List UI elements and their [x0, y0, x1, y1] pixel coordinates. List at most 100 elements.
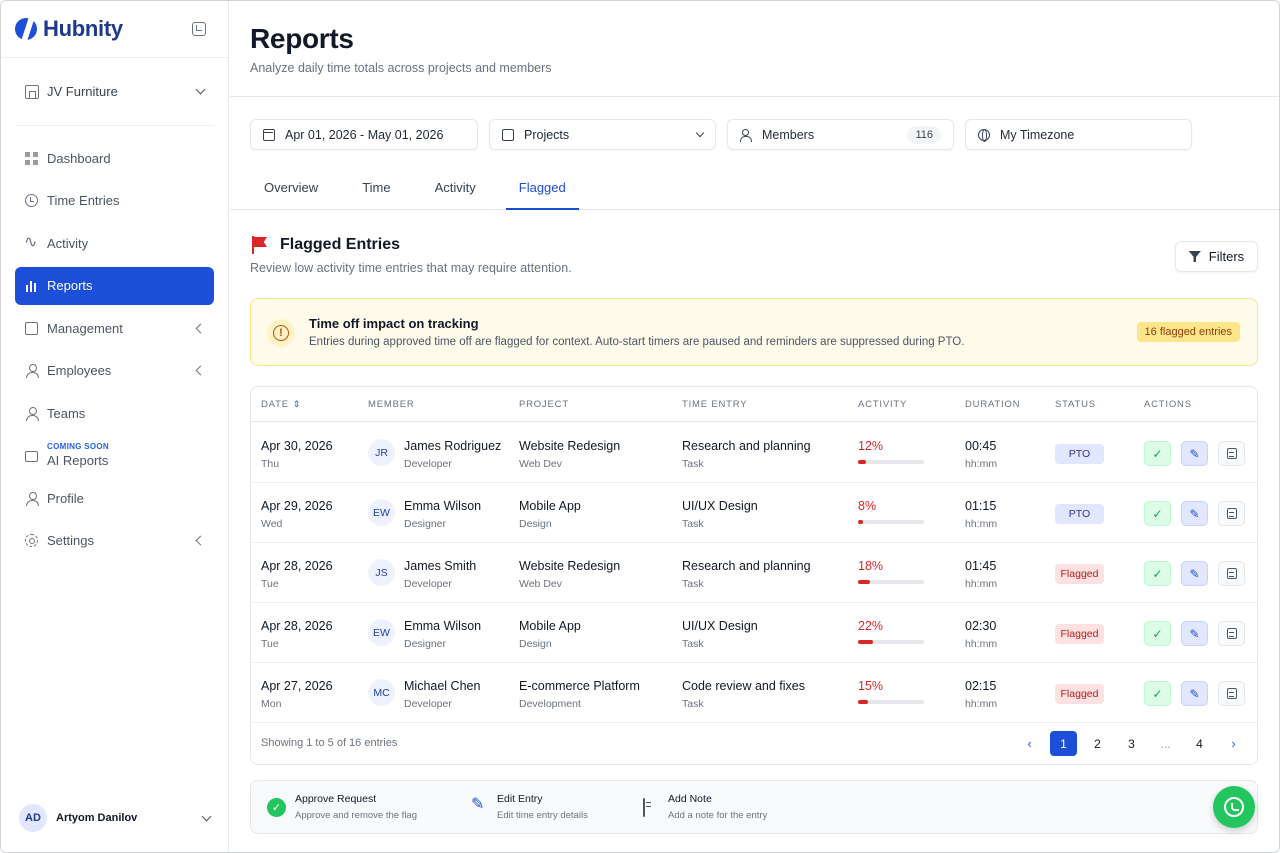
add-note-button[interactable]	[1218, 501, 1245, 526]
next-page-button[interactable]: ›	[1220, 731, 1247, 756]
member-role: Designer	[404, 518, 447, 530]
users-icon	[25, 406, 39, 421]
filters-button-label: Filters	[1208, 249, 1245, 264]
add-note-button[interactable]	[1218, 681, 1245, 706]
legend-approve-title: Approve Request	[295, 793, 377, 805]
status-badge: PTO	[1055, 444, 1104, 464]
member-cell: Michael Chen Developer	[404, 679, 480, 710]
member-role: Developer	[404, 458, 452, 470]
sidebar-item-management[interactable]: Management	[15, 309, 214, 347]
column-header-activity: ACTIVITY	[858, 399, 908, 410]
sidebar-item-activity[interactable]: Activity	[15, 224, 214, 262]
note-icon	[1226, 448, 1237, 459]
calendar-icon	[263, 128, 275, 141]
add-note-button[interactable]	[1218, 561, 1245, 586]
member-name: Michael Chen	[404, 679, 481, 693]
report-tabs: Overview Time Activity Flagged	[230, 167, 1279, 210]
folder-icon	[502, 128, 514, 141]
edit-button[interactable]: ✎	[1181, 561, 1208, 586]
pencil-icon: ✎	[1189, 626, 1200, 641]
filters-button[interactable]: Filters	[1175, 241, 1258, 272]
members-select[interactable]: Members 116	[727, 119, 954, 150]
activity-cell: 8%	[858, 499, 924, 524]
member-name: Emma Wilson	[404, 619, 482, 633]
check-circle-icon: ✓	[267, 798, 286, 817]
approve-button[interactable]: ✓	[1144, 681, 1171, 706]
sidebar-item-dashboard[interactable]: Dashboard	[15, 139, 214, 177]
sidebar-item-settings[interactable]: Settings	[15, 522, 214, 560]
edit-button[interactable]: ✎	[1181, 621, 1208, 646]
project-category: Web Dev	[519, 458, 562, 470]
edit-button[interactable]: ✎	[1181, 441, 1208, 466]
building-icon	[25, 84, 39, 99]
sidebar-item-profile[interactable]: Profile	[15, 479, 214, 517]
whatsapp-chat-button[interactable]	[1213, 786, 1255, 828]
time-entry-cell: Code review and fixes Task	[682, 679, 805, 710]
approve-button[interactable]: ✓	[1144, 621, 1171, 646]
page-ellipsis: ...	[1160, 736, 1171, 751]
edit-button[interactable]: ✎	[1181, 681, 1208, 706]
projects-select[interactable]: Projects	[489, 119, 716, 150]
workspace-selector[interactable]: JV Furniture	[15, 58, 214, 126]
column-header-date[interactable]: DATE ⇕	[261, 399, 301, 410]
project-cell: Mobile App Design	[519, 499, 581, 530]
member-name: James Rodriguez	[404, 439, 502, 453]
entry-day: Tue	[261, 638, 279, 650]
legend-approve: Approve Request Approve and remove the f…	[295, 793, 417, 821]
date-range-picker[interactable]: Apr 01, 2026 - May 01, 2026	[250, 119, 478, 150]
page-subtitle: Analyze daily time totals across project…	[250, 61, 552, 75]
user-menu[interactable]: AD Artyom Danilov	[15, 804, 214, 832]
pencil-icon: ✎	[471, 796, 485, 813]
sidebar-item-label: AI Reports	[47, 452, 109, 468]
note-icon	[1226, 508, 1237, 519]
member-name: James Smith	[404, 559, 477, 573]
date-cell: Apr 29, 2026 Wed	[261, 499, 333, 530]
sidebar-item-label: Teams	[47, 405, 86, 421]
approve-button[interactable]: ✓	[1144, 561, 1171, 586]
table-row: Apr 28, 2026 Tue JS James Smith Developer Web…	[251, 543, 1257, 603]
column-header-duration: DURATION	[965, 399, 1021, 410]
entry-day: Wed	[261, 518, 283, 530]
page-button-4[interactable]: 4	[1186, 731, 1213, 756]
sidebar-item-ai-reports[interactable]: COMING SOON AI Reports	[15, 437, 214, 475]
duration-unit: hh:mm	[965, 578, 998, 590]
page-button-2[interactable]: 2	[1084, 731, 1111, 756]
sidebar-item-time-entries[interactable]: Time Entries	[15, 182, 214, 220]
filter-bar: Apr 01, 2026 - May 01, 2026 Projects Mem…	[250, 119, 1192, 150]
legend-approve-sub: Approve and remove the flag	[295, 810, 417, 821]
sidebar-item-label: Dashboard	[47, 150, 111, 166]
member-cell: James Rodriguez Developer	[404, 439, 501, 470]
duration-cell: 01:45 hh:mm	[965, 559, 997, 590]
page-button-1[interactable]: 1	[1050, 731, 1077, 756]
add-note-button[interactable]	[1218, 441, 1245, 466]
entry-day: Tue	[261, 578, 279, 590]
projects-label: Projects	[524, 127, 570, 142]
sidebar-item-employees[interactable]: Employees	[15, 352, 214, 390]
sidebar-item-teams[interactable]: Teams	[15, 394, 214, 432]
users-icon	[740, 128, 752, 142]
pencil-icon: ✎	[1189, 566, 1200, 581]
activity-progress-fill	[858, 520, 864, 524]
timezone-select[interactable]: My Timezone	[965, 119, 1192, 150]
add-note-button[interactable]	[1218, 621, 1245, 646]
grid-icon	[25, 151, 38, 165]
duration-value: 02:30	[965, 619, 997, 633]
tab-activity[interactable]: Activity	[421, 167, 490, 210]
check-icon: ✓	[1152, 626, 1163, 641]
activity-progress-bar	[858, 520, 924, 524]
sidebar-item-reports[interactable]: Reports	[15, 266, 214, 305]
sidebar-nav: Dashboard Time Entries Activity Reports …	[15, 139, 214, 564]
approve-button[interactable]: ✓	[1144, 441, 1171, 466]
approve-button[interactable]: ✓	[1144, 501, 1171, 526]
tab-flagged[interactable]: Flagged	[505, 167, 579, 210]
time-entry-type: Task	[682, 638, 704, 650]
edit-button[interactable]: ✎	[1181, 501, 1208, 526]
prev-page-button[interactable]: ‹	[1016, 731, 1043, 756]
page-button-3[interactable]: 3	[1118, 731, 1145, 756]
member-cell: Emma Wilson Designer	[404, 619, 481, 650]
tab-time[interactable]: Time	[348, 167, 404, 210]
collapse-sidebar-icon[interactable]	[192, 22, 206, 36]
activity-cell: 15%	[858, 679, 924, 704]
legend-note: Add Note Add a note for the entry	[668, 793, 767, 821]
tab-overview[interactable]: Overview	[250, 167, 332, 210]
